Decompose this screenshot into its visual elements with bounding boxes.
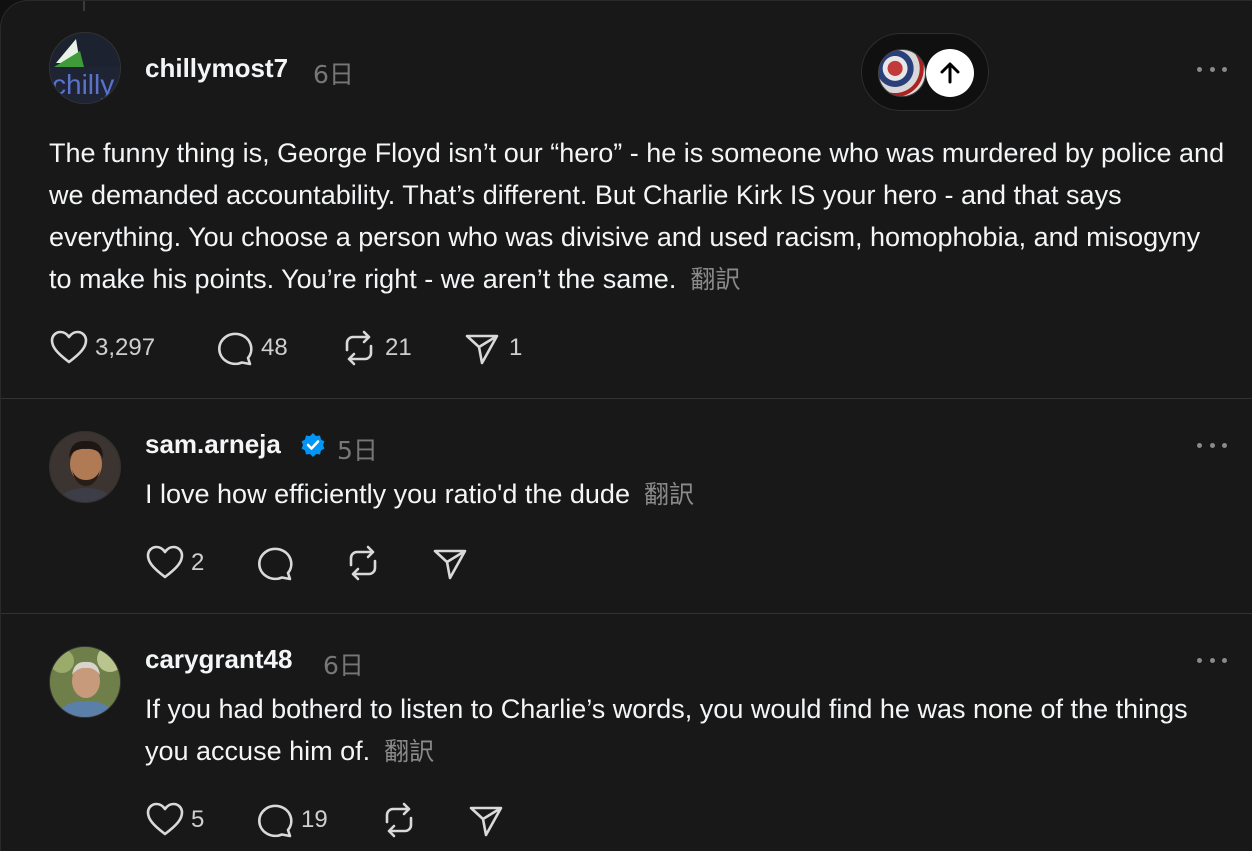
verified-badge-icon — [301, 433, 325, 457]
heart-icon — [50, 330, 88, 364]
flag-avatar-icon[interactable] — [878, 49, 926, 97]
send-icon — [469, 806, 503, 837]
post-body: I love how efficiently you ratio'd the d… — [145, 479, 630, 509]
divider — [1, 613, 1252, 614]
share-button[interactable] — [467, 800, 507, 840]
more-icon[interactable] — [1197, 59, 1227, 79]
share-button[interactable] — [431, 543, 471, 583]
repost-count: 21 — [385, 334, 412, 361]
heart-icon — [146, 802, 184, 836]
repost-button[interactable] — [343, 543, 383, 583]
like-count: 2 — [191, 549, 205, 576]
avatar-image — [50, 647, 120, 717]
scroll-top-pill[interactable] — [861, 33, 989, 111]
send-icon — [433, 549, 467, 580]
repost-button[interactable]: 21 — [339, 328, 412, 368]
repost-icon — [385, 802, 413, 838]
like-button[interactable]: 5 — [145, 800, 204, 840]
like-button[interactable]: 2 — [145, 543, 204, 583]
avatar-text: chilly — [52, 69, 115, 100]
avatar[interactable] — [49, 646, 121, 718]
repost-button[interactable] — [379, 800, 419, 840]
translate-link[interactable]: 翻訳 — [690, 265, 740, 294]
reply-count: 19 — [301, 806, 328, 833]
share-count: 1 — [509, 334, 523, 361]
comment-icon — [218, 332, 253, 366]
thread-panel: chilly chillymost7 6日 The funny thing is… — [0, 0, 1252, 851]
divider — [1, 398, 1252, 399]
like-count: 3,297 — [95, 334, 156, 361]
post-body: The funny thing is, George Floyd isn’t o… — [49, 138, 1225, 294]
more-icon[interactable] — [1197, 650, 1227, 670]
more-icon[interactable] — [1197, 435, 1227, 455]
comment-icon — [258, 804, 293, 838]
comment-icon — [258, 547, 293, 581]
like-count: 5 — [191, 806, 205, 833]
timestamp[interactable]: 6日 — [323, 646, 364, 682]
reply-count: 48 — [261, 334, 288, 361]
username[interactable]: carygrant48 — [145, 644, 292, 675]
post-text: If you had botherd to listen to Charlie’… — [145, 688, 1235, 773]
heart-icon — [146, 545, 184, 579]
share-button[interactable]: 1 — [463, 328, 522, 368]
post-text: The funny thing is, George Floyd isn’t o… — [49, 132, 1229, 301]
post-body: If you had botherd to listen to Charlie’… — [145, 694, 1188, 766]
timestamp[interactable]: 6日 — [313, 55, 354, 91]
translate-link[interactable]: 翻訳 — [644, 480, 694, 509]
avatar[interactable]: chilly — [49, 32, 121, 104]
repost-icon — [345, 330, 373, 366]
repost-icon — [349, 545, 377, 581]
avatar-image — [50, 432, 120, 502]
username[interactable]: sam.arneja — [145, 429, 281, 460]
translate-link[interactable]: 翻訳 — [384, 737, 434, 766]
post-text: I love how efficiently you ratio'd the d… — [145, 473, 1225, 516]
timestamp[interactable]: 5日 — [337, 431, 378, 467]
send-icon — [465, 334, 499, 365]
reply-button[interactable] — [255, 543, 295, 583]
arrow-up-icon[interactable] — [926, 49, 974, 97]
like-button[interactable]: 3,297 — [49, 328, 155, 368]
username[interactable]: chillymost7 — [145, 53, 288, 84]
thread-line — [83, 1, 85, 11]
reply-button[interactable]: 48 — [215, 328, 288, 368]
reply-button[interactable]: 19 — [255, 800, 328, 840]
avatar[interactable] — [49, 431, 121, 503]
